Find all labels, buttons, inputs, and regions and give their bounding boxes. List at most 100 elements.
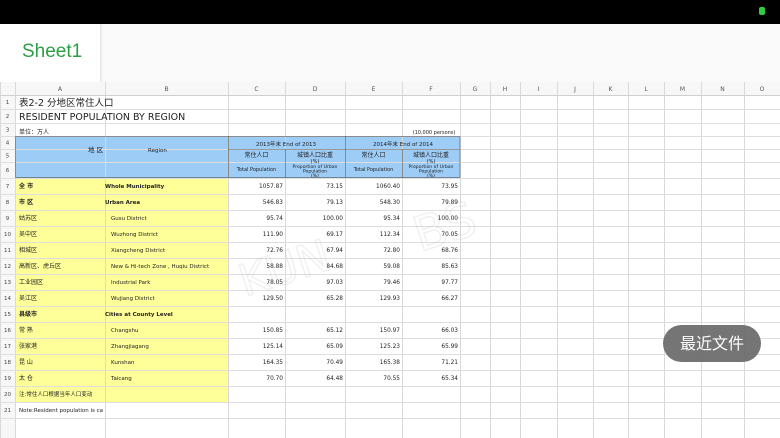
column-header: M	[680, 86, 685, 93]
column-header: N	[720, 86, 725, 93]
urban-2013: 79.13	[326, 200, 343, 206]
row-header: 21	[4, 408, 11, 414]
population-2014: 59.08	[383, 264, 400, 270]
status-bar	[0, 0, 780, 24]
sheet-tab-bar: Sheet1	[0, 24, 780, 82]
row-header: 6	[6, 168, 10, 174]
population-2013: 111.90	[263, 232, 284, 238]
urban-2014: 65.34	[441, 376, 458, 382]
battery-icon	[759, 7, 765, 15]
region-name-cn: 相城区	[19, 246, 37, 254]
row-header: 16	[4, 328, 11, 334]
population-2013: 150.85	[263, 328, 284, 334]
region-header-en: Region	[148, 148, 167, 154]
region-name-cn: 市 区	[19, 198, 33, 206]
unit-label-en: (10,000 persons)	[413, 130, 456, 136]
row-header: 10	[4, 232, 11, 238]
region-name-cn: 高新区、虎丘区	[19, 262, 61, 270]
urban-2014: 65.99	[441, 344, 458, 350]
row-header: 9	[6, 216, 10, 222]
row-header: 8	[6, 200, 10, 206]
population-2014: 165.38	[380, 360, 401, 366]
urban-2013: 67.94	[326, 248, 343, 254]
urban-2013: 65.28	[326, 296, 343, 302]
population-2014: 70.55	[383, 376, 400, 382]
column-header: E	[372, 86, 376, 93]
region-name-en: Urban Area	[105, 200, 140, 206]
sheet-tab[interactable]: Sheet1	[0, 24, 101, 82]
column-header: D	[313, 86, 318, 93]
sheet-title-cn: 表2-2 分地区常住人口	[19, 97, 114, 109]
region-header-cell	[15, 136, 228, 178]
population-header-en: Total Population	[353, 167, 394, 173]
population-header-cn: 常住人口	[244, 151, 268, 159]
column-header: C	[254, 86, 258, 93]
row-header: 3	[6, 128, 10, 134]
region-name-cn: 县级市	[19, 310, 37, 318]
population-2013: 95.74	[266, 216, 283, 222]
urban-2014: 70.05	[441, 232, 458, 238]
row-header: 20	[4, 392, 11, 398]
note-en: Note:Resident population is ca	[19, 408, 103, 414]
region-name-cn: 吴江区	[19, 295, 37, 302]
region-name-en: Xiangcheng District	[111, 248, 166, 254]
spreadsheet-grid[interactable]: A B C D E F G H I J K L M N O 1 2 3 4 5 6 7 8 9 10 11 12 13 14 15 16 17…	[0, 82, 780, 438]
row-header: 5	[6, 154, 10, 160]
population-2014: 548.30	[380, 200, 401, 206]
grid-canvas[interactable]: A B C D E F G H I J K L M N O1234567891011121314151617…	[0, 82, 780, 438]
column-header-bar	[0, 82, 780, 95]
region-name-en: Wujiang District	[111, 296, 155, 302]
row-header: 14	[4, 296, 11, 302]
recent-files-button[interactable]: 最近文件	[663, 325, 761, 362]
urban-header-pct: (%)	[311, 173, 319, 179]
population-2014: 125.23	[380, 344, 401, 350]
row-header: 13	[4, 280, 11, 286]
urban-2014: 66.27	[441, 296, 458, 302]
year-header-2014: 2014年末 End of 2014	[373, 140, 433, 148]
region-name-en: New & Hi-tech Zone , Huqiu District	[111, 264, 210, 270]
population-2013: 78.05	[266, 280, 283, 286]
urban-2014: 71.21	[441, 360, 458, 366]
population-2014: 79.46	[383, 280, 400, 286]
region-name-en: Zhangjiagang	[111, 344, 149, 350]
urban-header-cn: 城镇人口比重	[413, 151, 449, 159]
population-2014: 112.34	[380, 232, 401, 238]
row-header: 17	[4, 344, 11, 350]
region-name-cn: 姑苏区	[19, 214, 37, 222]
region-name-en: Gusu District	[111, 216, 147, 222]
urban-2013: 64.48	[326, 376, 343, 382]
region-name-en: Kunshan	[111, 360, 135, 366]
urban-2013: 70.49	[326, 360, 343, 366]
column-header: B	[164, 86, 168, 93]
row-header: 7	[6, 184, 10, 190]
column-header: G	[473, 86, 478, 93]
row-header: 19	[4, 376, 11, 382]
column-header: J	[573, 86, 576, 93]
population-header-cn: 常住人口	[361, 151, 385, 159]
urban-2014: 66.03	[441, 328, 458, 334]
region-name-en: Changshu	[111, 328, 139, 334]
column-header: I	[538, 86, 540, 93]
population-2014: 72.80	[383, 248, 400, 254]
region-name-cn: 昆 山	[19, 358, 33, 366]
population-header-en: Total Population	[236, 167, 277, 173]
row-header: 4	[6, 141, 10, 147]
row-header: 12	[4, 264, 11, 270]
population-2014: 129.93	[380, 296, 401, 302]
region-name-en: Whole Municipality	[105, 184, 165, 190]
population-2014: 1060.40	[376, 184, 400, 190]
column-header: F	[429, 86, 433, 93]
region-name-cn: 常 熟	[19, 326, 33, 334]
year-header-2013: 2013年末 End of 2013	[256, 140, 316, 148]
region-name-en: Wuzhong District	[111, 232, 159, 238]
population-2013: 58.88	[266, 264, 283, 270]
region-name-cn: 张家港	[19, 342, 37, 350]
urban-2013: 65.12	[326, 328, 343, 334]
sheet-tab-label: Sheet1	[22, 41, 83, 62]
region-header-cn: 地 区	[88, 145, 104, 154]
row-header-bar	[0, 82, 15, 438]
urban-2013: 97.03	[326, 280, 343, 286]
population-2013: 70.70	[266, 376, 283, 382]
population-2014: 95.34	[383, 216, 400, 222]
column-header: H	[503, 86, 508, 93]
